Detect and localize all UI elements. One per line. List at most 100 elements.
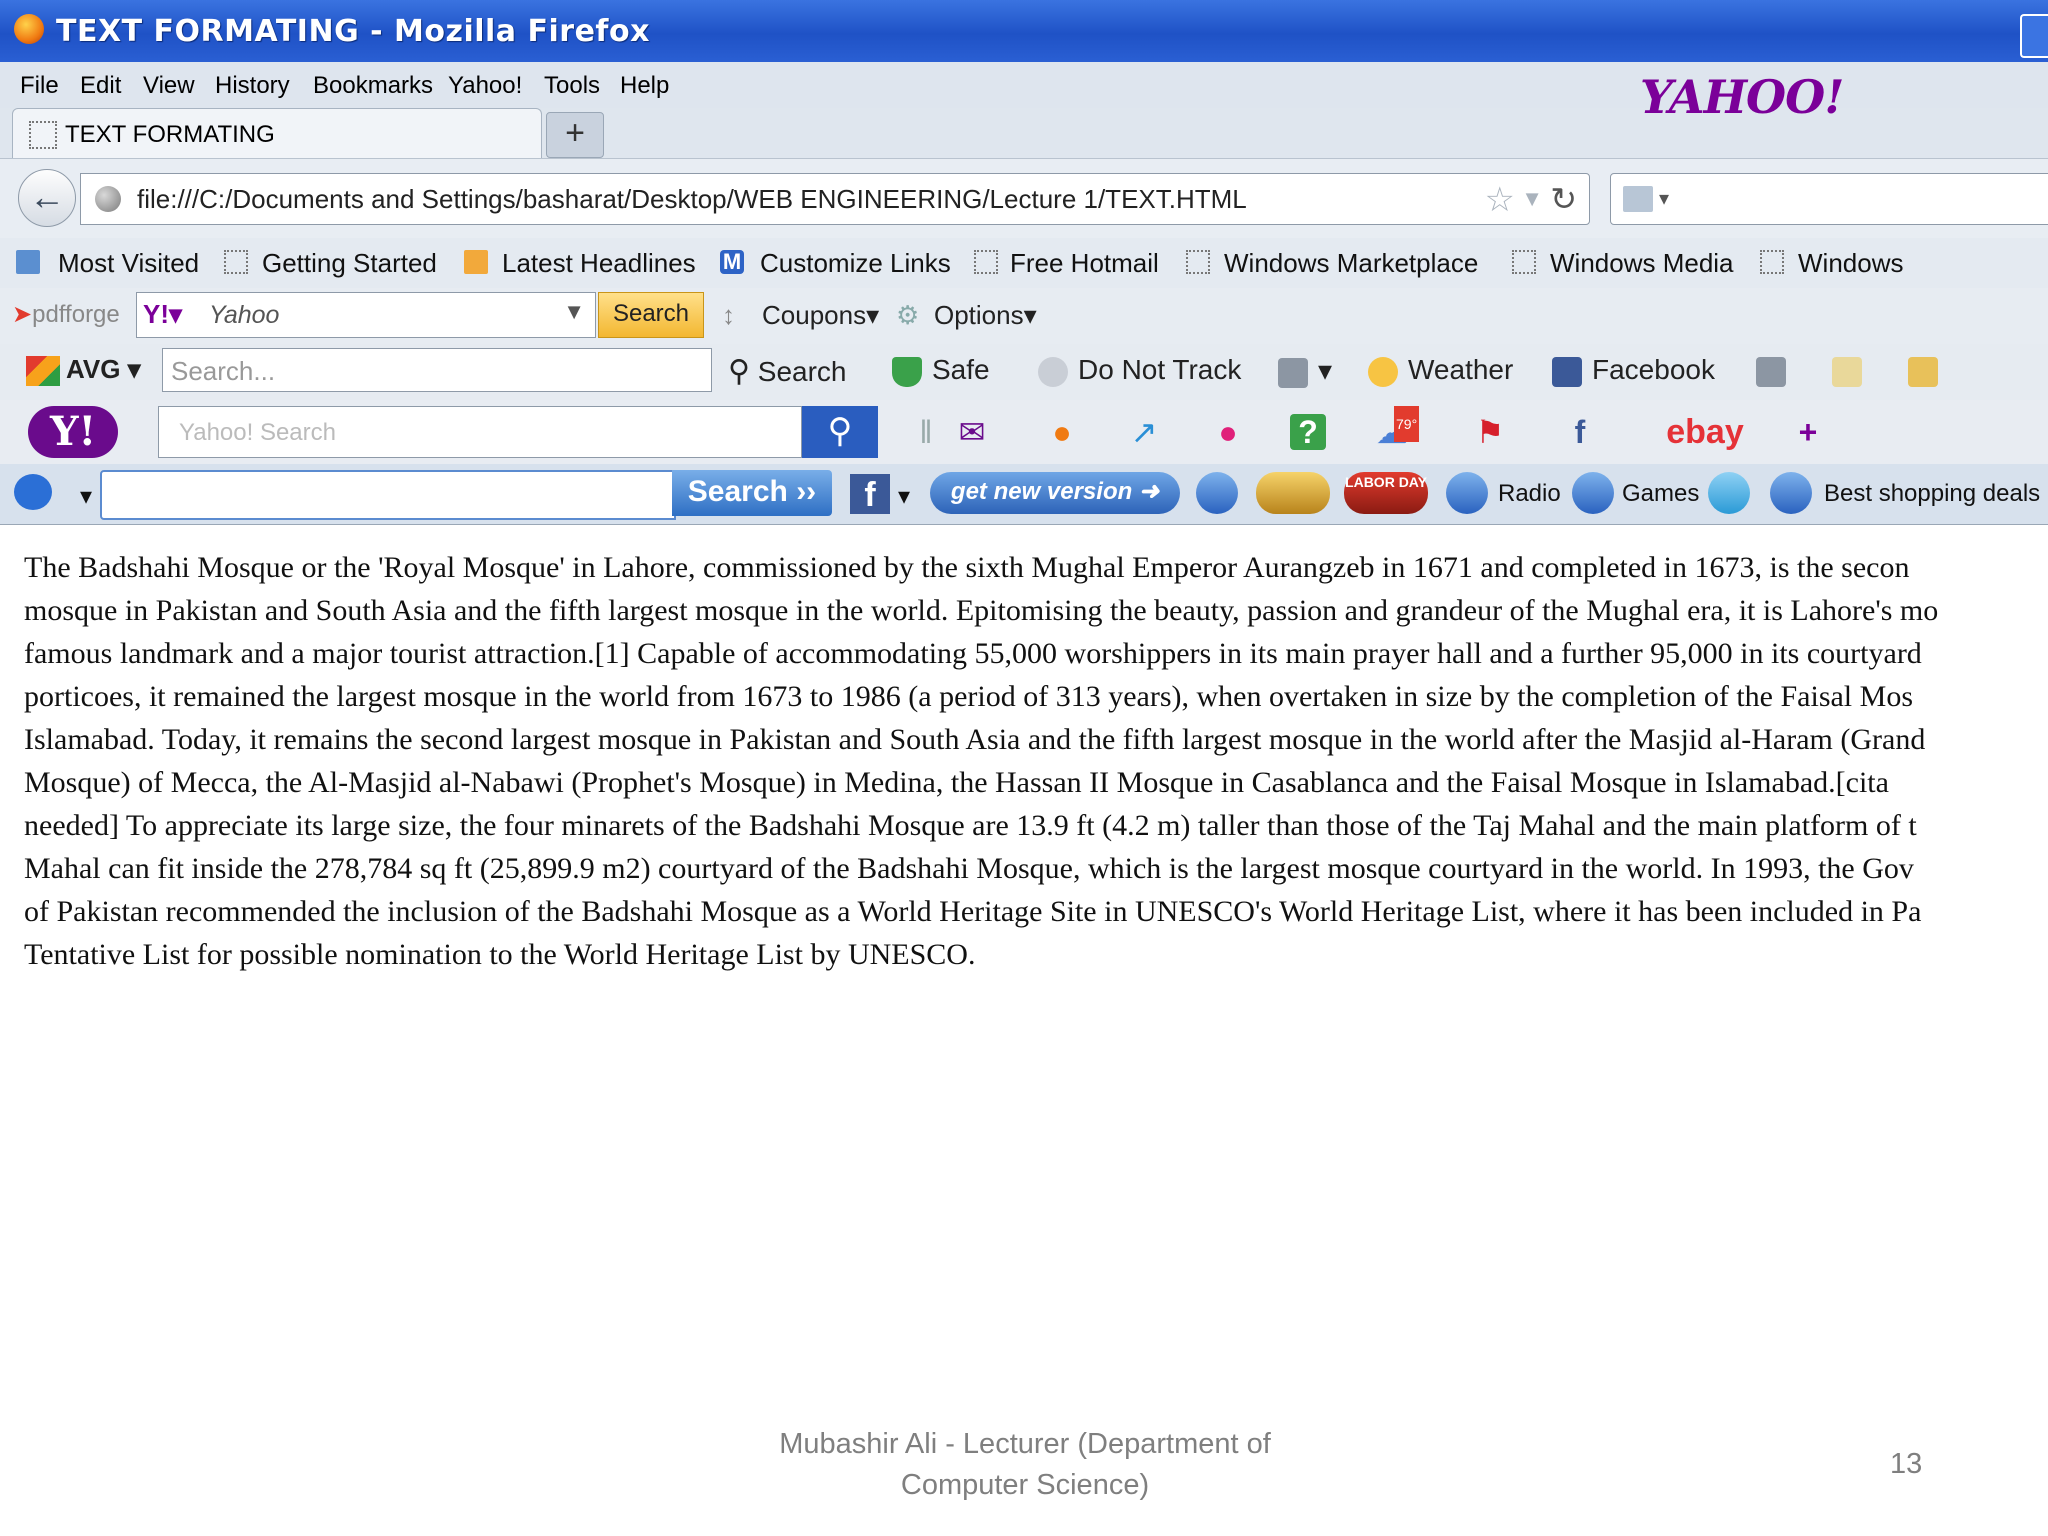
calculator-button[interactable] <box>1756 354 1796 387</box>
minimize-button[interactable] <box>2020 14 2048 58</box>
yahoo-search-input[interactable]: Yahoo! Search <box>158 406 802 458</box>
chevron-down-icon[interactable]: ▾ <box>1659 186 1669 211</box>
chevron-down-icon[interactable]: ▼ <box>563 299 585 325</box>
avg-logo[interactable]: AVG ▾ <box>26 354 141 387</box>
avg-safe[interactable]: Safe <box>892 354 990 387</box>
menu-bookmarks[interactable]: Bookmarks <box>313 72 433 100</box>
content-line: Mosque) of Mecca, the Al-Masjid al-Nabaw… <box>24 766 1889 799</box>
mail-icon[interactable]: ✉ <box>952 414 992 450</box>
content-line: famous landmark and a major tourist attr… <box>24 637 1922 670</box>
toolbar-search-input[interactable] <box>100 470 676 520</box>
tab-text-formating[interactable]: TEXT FORMATING <box>12 108 542 159</box>
sports-icon[interactable]: ● <box>1042 414 1082 450</box>
flickr-icon[interactable]: ● <box>1208 414 1248 450</box>
notepad-icon <box>1832 356 1862 387</box>
radio-link[interactable]: Radio <box>1498 480 1561 508</box>
yahoo-search-button[interactable]: ⚲ <box>802 406 878 458</box>
avg-weather[interactable]: Weather <box>1368 354 1513 387</box>
avg-search-button[interactable]: ⚲ Search <box>728 354 846 389</box>
notepad-button[interactable] <box>1832 354 1872 387</box>
window-titlebar: TEXT FORMATING - Mozilla Firefox <box>0 0 2048 62</box>
yahoo-y-logo[interactable]: Y! <box>28 406 118 458</box>
history-dropdown-icon[interactable]: ▼ <box>1521 186 1543 212</box>
chevron-down-icon[interactable]: ▾ <box>80 482 92 511</box>
eye-icon <box>1038 356 1068 387</box>
content-line: mosque in Pakistan and South Asia and th… <box>24 594 1939 627</box>
bookmark-latest-headlines[interactable]: Latest Headlines <box>502 248 696 279</box>
facebook-icon[interactable]: f <box>1560 414 1600 450</box>
ebay-link[interactable]: ebay <box>1660 414 1750 450</box>
bookmark-windows-media[interactable]: Windows Media <box>1550 248 1734 279</box>
most-visited-icon <box>16 250 40 274</box>
pdfforge-logo-b: forge <box>65 301 120 328</box>
menu-history[interactable]: History <box>215 72 290 100</box>
rss-feed-icon <box>464 250 488 274</box>
menu-help[interactable]: Help <box>620 72 669 100</box>
shopping-bag-icon[interactable] <box>1770 472 1812 514</box>
get-new-version-button[interactable]: get new version ➜ <box>930 472 1180 514</box>
pdfforge-toolbar: ➤pdfforge Y!▾ Yahoo ▼ Search ↕ Coupons▾ … <box>0 288 2048 344</box>
shopping-link[interactable]: Best shopping deals <box>1824 480 2040 508</box>
chevron-down-icon[interactable]: ▾ <box>898 482 910 511</box>
bookmark-windows-marketplace[interactable]: Windows Marketplace <box>1224 248 1478 279</box>
menu-view[interactable]: View <box>143 72 195 100</box>
menu-yahoo[interactable]: Yahoo! <box>448 72 522 100</box>
coupons-menu[interactable]: Coupons▾ <box>762 300 879 331</box>
back-button[interactable]: ← <box>18 169 76 227</box>
bookmark-most-visited[interactable]: Most Visited <box>58 248 199 279</box>
bookmark-star-icon[interactable]: ☆ <box>1485 180 1515 220</box>
facebook-label: Facebook <box>1592 354 1715 385</box>
bookmark-icon[interactable]: ⚑ <box>1470 414 1510 450</box>
folder-search-icon <box>1908 356 1938 387</box>
games-link[interactable]: Games <box>1622 480 1699 508</box>
avg-facebook[interactable]: Facebook <box>1552 354 1715 387</box>
bookmark-free-hotmail[interactable]: Free Hotmail <box>1010 248 1159 279</box>
avg-search-input[interactable]: Search... <box>162 348 712 392</box>
bookmark-page-icon <box>1186 250 1210 274</box>
do-not-track-label: Do Not Track <box>1078 354 1242 385</box>
avg-search-label: Search <box>757 356 847 387</box>
page-content: The Badshahi Mosque or the 'Royal Mosque… <box>24 546 2044 976</box>
lock-icon[interactable] <box>1196 472 1238 514</box>
trash-button[interactable]: ▾ <box>1278 354 1332 388</box>
bookmarks-bar: Most Visited Getting Started Latest Head… <box>0 238 2048 288</box>
content-line: Mahal can fit inside the 278,784 sq ft (… <box>24 852 1914 885</box>
safe-label: Safe <box>932 354 990 385</box>
url-bar[interactable]: file:///C:/Documents and Settings/bashar… <box>80 173 1590 225</box>
toolbar-search-button[interactable]: Search ›› <box>672 470 832 516</box>
menu-file[interactable]: File <box>20 72 59 100</box>
add-button[interactable]: + <box>1788 414 1828 450</box>
msn-icon: M <box>720 250 744 274</box>
labor-day-icon[interactable]: LABOR DAY <box>1344 472 1428 514</box>
avg-do-not-track[interactable]: Do Not Track <box>1038 354 1241 387</box>
facebook-icon[interactable]: f <box>850 474 890 514</box>
weather-icon[interactable]: ☁ 79° <box>1372 406 1420 450</box>
folder-search-button[interactable] <box>1908 354 1948 387</box>
menu-edit[interactable]: Edit <box>80 72 121 100</box>
bookmark-customize-links[interactable]: Customize Links <box>760 248 951 279</box>
cake-icon[interactable] <box>1256 472 1330 514</box>
search-engine-box[interactable]: ▾ <box>1610 173 2048 225</box>
bookmark-windows[interactable]: Windows <box>1798 248 1903 279</box>
weather-icon <box>1368 356 1398 387</box>
new-tab-button[interactable]: + <box>546 112 604 158</box>
tab-label: TEXT FORMATING <box>65 121 275 148</box>
avg-logo-text: AVG <box>66 354 121 384</box>
content-line: porticoes, it remained the largest mosqu… <box>24 680 1913 713</box>
get-new-version-label: get new version <box>950 478 1133 505</box>
games-icon[interactable] <box>1572 472 1614 514</box>
search-icon: ⚲ <box>827 412 853 450</box>
bookmark-getting-started[interactable]: Getting Started <box>262 248 437 279</box>
menu-tools[interactable]: Tools <box>544 72 600 100</box>
options-menu[interactable]: Options▾ <box>934 300 1037 331</box>
twitter-icon[interactable] <box>1708 472 1750 514</box>
finance-icon[interactable]: ↗ <box>1124 414 1164 450</box>
radio-icon[interactable] <box>1446 472 1488 514</box>
search-engine-icon <box>1623 186 1653 212</box>
pdfforge-search-button[interactable]: Search <box>598 292 704 338</box>
reload-icon[interactable]: ↻ <box>1550 180 1577 218</box>
yahoo-engine-select[interactable]: Y!▾ Yahoo ▼ <box>136 292 596 338</box>
chat-bubble-icon[interactable] <box>14 474 52 510</box>
answers-icon[interactable]: ? <box>1290 414 1326 450</box>
search-toolbar: ▾ Search ›› f ▾ get new version ➜ LABOR … <box>0 464 2048 525</box>
